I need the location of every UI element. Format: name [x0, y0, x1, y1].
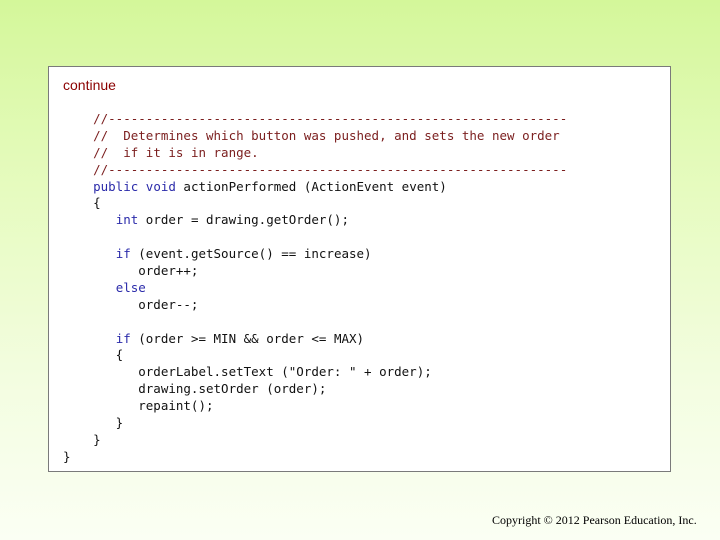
copyright-notice: Copyright © 2012 Pearson Education, Inc.: [492, 513, 697, 527]
code-line: if (order >= MIN && order <= MAX): [63, 331, 567, 348]
code-text: actionPerformed (ActionEvent event): [175, 178, 447, 194]
code-block: //--------------------------------------…: [63, 111, 567, 466]
code-panel: continue //-----------------------------…: [48, 66, 671, 472]
code-line: // if it is in range.: [63, 145, 567, 162]
code-text: (order >= MIN && order <= MAX): [130, 330, 365, 346]
code-comment: // Determines which button was pushed, a…: [93, 127, 560, 143]
code-keyword: if: [115, 246, 131, 262]
code-line: {: [63, 195, 567, 212]
code-line: if (event.getSource() == increase): [63, 246, 567, 263]
code-text: order++;: [63, 263, 199, 279]
code-line: }: [63, 449, 567, 466]
code-keyword: int: [115, 212, 139, 228]
code-text: {: [63, 347, 124, 363]
code-keyword: if: [115, 330, 131, 346]
code-text: }: [63, 415, 124, 431]
code-text: (event.getSource() == increase): [130, 246, 372, 262]
code-text: repaint();: [63, 398, 214, 414]
code-comment: // if it is in range.: [93, 144, 259, 160]
code-line: //--------------------------------------…: [63, 111, 567, 128]
code-comment: //--------------------------------------…: [93, 161, 568, 177]
code-line: orderLabel.setText ("Order: " + order);: [63, 364, 567, 381]
continue-label: continue: [63, 77, 116, 93]
code-line: public void actionPerformed (ActionEvent…: [63, 179, 567, 196]
code-line: int order = drawing.getOrder();: [63, 212, 567, 229]
code-text: order = drawing.getOrder();: [138, 212, 349, 228]
code-line: }: [63, 415, 567, 432]
code-keyword: public void: [93, 178, 176, 194]
code-line: // Determines which button was pushed, a…: [63, 128, 567, 145]
code-line: {: [63, 347, 567, 364]
code-line: //--------------------------------------…: [63, 162, 567, 179]
code-text: order--;: [63, 296, 199, 312]
code-text: }: [63, 448, 71, 464]
code-line: order--;: [63, 297, 567, 314]
code-line: else: [63, 280, 567, 297]
code-keyword: else: [115, 279, 146, 295]
code-line: order++;: [63, 263, 567, 280]
code-line: repaint();: [63, 398, 567, 415]
code-line: }: [63, 432, 567, 449]
code-comment: //--------------------------------------…: [93, 111, 568, 126]
code-line: drawing.setOrder (order);: [63, 381, 567, 398]
code-text: orderLabel.setText ("Order: " + order);: [63, 364, 432, 380]
code-text: }: [63, 431, 101, 447]
code-text: drawing.setOrder (order);: [63, 381, 327, 397]
code-text: {: [63, 195, 101, 211]
